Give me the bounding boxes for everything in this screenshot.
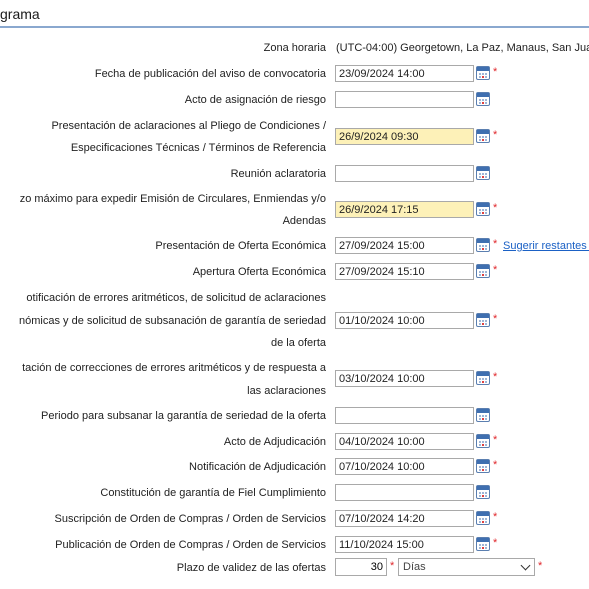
notificacion-errores-date-input[interactable] bbox=[335, 312, 474, 329]
required-mark: * bbox=[538, 560, 543, 572]
validez-unit-value: Días bbox=[403, 561, 426, 573]
aclaraciones-date-input[interactable] bbox=[335, 128, 474, 145]
notificacion-errores-label-line1: otificación de errores aritméticos, de s… bbox=[26, 292, 326, 304]
correcciones-date-input[interactable] bbox=[335, 370, 474, 387]
riesgo-label: Acto de asignación de riesgo bbox=[184, 94, 326, 106]
calendar-icon[interactable] bbox=[476, 537, 490, 551]
required-mark: * bbox=[493, 264, 498, 276]
aclaraciones-label-line2: Especificaciones Técnicas / Términos de … bbox=[70, 142, 326, 154]
apertura-date-input[interactable] bbox=[335, 263, 474, 280]
correcciones-label-line2: las aclaraciones bbox=[247, 385, 326, 397]
required-mark: * bbox=[493, 66, 498, 78]
chevron-down-icon bbox=[520, 560, 531, 571]
calendar-icon[interactable] bbox=[476, 92, 490, 106]
notificacion-errores-label-line2: nómicas y de solicitud de subsanación de… bbox=[19, 315, 326, 327]
required-mark: * bbox=[493, 459, 498, 471]
circulares-label-line2: Adendas bbox=[282, 215, 326, 227]
adjudicacion-label: Acto de Adjudicación bbox=[223, 436, 326, 448]
required-mark: * bbox=[493, 511, 498, 523]
apertura-label: Apertura Oferta Económica bbox=[192, 266, 326, 278]
oferta-economica-label: Presentación de Oferta Económica bbox=[155, 240, 326, 252]
required-mark: * bbox=[493, 129, 498, 141]
timezone-value: (UTC-04:00) Georgetown, La Paz, Manaus, … bbox=[336, 42, 589, 54]
timezone-label: Zona horaria bbox=[263, 42, 326, 54]
calendar-icon[interactable] bbox=[476, 434, 490, 448]
adjudicacion-date-input[interactable] bbox=[335, 433, 474, 450]
subsanar-label: Periodo para subsanar la garantía de ser… bbox=[41, 410, 326, 422]
aclaraciones-label-line1: Presentación de aclaraciones al Pliego d… bbox=[51, 120, 326, 132]
fiel-cumplimiento-label: Constitución de garantía de Fiel Cumplim… bbox=[100, 487, 326, 499]
sugerir-fechas-link[interactable]: Sugerir restantes fe bbox=[503, 240, 589, 252]
notif-adjudicacion-date-input[interactable] bbox=[335, 458, 474, 475]
calendar-icon[interactable] bbox=[476, 264, 490, 278]
validez-label: Plazo de validez de las ofertas bbox=[176, 562, 326, 574]
notif-adjudicacion-label: Notificación de Adjudicación bbox=[189, 461, 326, 473]
publicacion-orden-date-input[interactable] bbox=[335, 536, 474, 553]
section-header: grama bbox=[0, 0, 589, 28]
required-mark: * bbox=[493, 238, 498, 250]
required-mark: * bbox=[493, 434, 498, 446]
calendar-icon[interactable] bbox=[476, 408, 490, 422]
publicacion-label: Fecha de publicación del aviso de convoc… bbox=[94, 68, 326, 80]
required-mark: * bbox=[390, 560, 395, 572]
circulares-label-line1: zo máximo para expedir Emisión de Circul… bbox=[19, 193, 326, 205]
required-mark: * bbox=[493, 537, 498, 549]
circulares-date-input[interactable] bbox=[335, 201, 474, 218]
calendar-icon[interactable] bbox=[476, 485, 490, 499]
calendar-icon[interactable] bbox=[476, 129, 490, 143]
calendar-icon[interactable] bbox=[476, 166, 490, 180]
calendar-icon[interactable] bbox=[476, 66, 490, 80]
publicacion-date-input[interactable] bbox=[335, 65, 474, 82]
section-title: grama bbox=[0, 6, 40, 22]
calendar-icon[interactable] bbox=[476, 511, 490, 525]
reunion-date-input[interactable] bbox=[335, 165, 474, 182]
required-mark: * bbox=[493, 313, 498, 325]
calendar-icon[interactable] bbox=[476, 202, 490, 216]
calendar-icon[interactable] bbox=[476, 459, 490, 473]
correcciones-label-line1: tación de correcciones de errores aritmé… bbox=[22, 362, 326, 374]
validez-unit-select[interactable]: Días bbox=[398, 558, 535, 576]
required-mark: * bbox=[493, 202, 498, 214]
calendar-icon[interactable] bbox=[476, 371, 490, 385]
fiel-cumplimiento-date-input[interactable] bbox=[335, 484, 474, 501]
reunion-label: Reunión aclaratoria bbox=[230, 168, 326, 180]
validez-number-input[interactable] bbox=[335, 558, 387, 576]
calendar-icon[interactable] bbox=[476, 238, 490, 252]
suscripcion-date-input[interactable] bbox=[335, 510, 474, 527]
subsanar-date-input[interactable] bbox=[335, 407, 474, 424]
required-mark: * bbox=[493, 371, 498, 383]
calendar-icon[interactable] bbox=[476, 313, 490, 327]
oferta-economica-date-input[interactable] bbox=[335, 237, 474, 254]
notificacion-errores-label-line3: de la oferta bbox=[270, 337, 326, 349]
publicacion-orden-label: Publicación de Orden de Compras / Orden … bbox=[55, 539, 326, 551]
suscripcion-label: Suscripción de Orden de Compras / Orden … bbox=[54, 513, 326, 525]
riesgo-date-input[interactable] bbox=[335, 91, 474, 108]
